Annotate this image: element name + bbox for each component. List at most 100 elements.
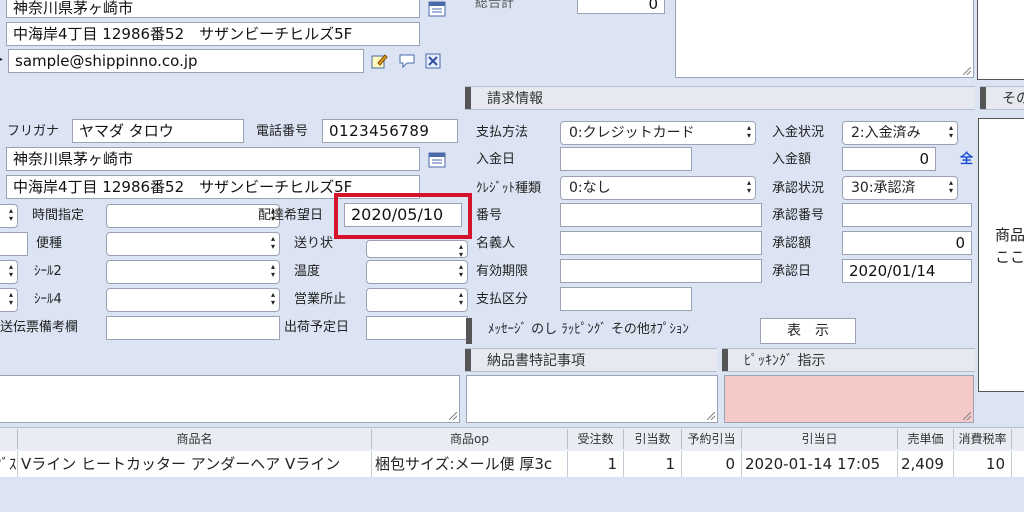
slip-note-field[interactable] [106, 316, 280, 340]
right-side-panel: 商品 ここ [978, 118, 1024, 392]
deposit-status-select[interactable]: 2:入金済み [842, 121, 958, 145]
office-hold-label: 営業所止 [294, 292, 347, 307]
payment-type-label: 支払区分 [476, 292, 529, 307]
approval-date-field[interactable]: 2020/01/14 [842, 259, 972, 283]
cell-reserved[interactable]: 0 [682, 451, 742, 477]
ship-date-label: 出荷予定日 [284, 320, 350, 335]
options-label: ﾒｯｾｰｼﾞ のし ﾗｯﾋﾟﾝｸﾞ その他ｵﾌﾟｼｮﾝ [488, 322, 689, 337]
memo-textarea[interactable] [675, 0, 974, 78]
email-prefix-mark: ▸ [0, 54, 4, 65]
email-field[interactable]: sample@shippinno.co.jp [8, 49, 364, 73]
section-bar-mark [465, 87, 471, 109]
seal4-select[interactable] [106, 288, 280, 312]
deposit-date-label: 入金日 [476, 152, 516, 167]
ship-date-field[interactable] [366, 316, 468, 340]
left-notes-textarea[interactable] [0, 375, 460, 423]
temperature-label: 温度 [294, 264, 321, 279]
options-bar [466, 318, 472, 344]
cell-unit-price[interactable]: 2,409 [898, 451, 954, 477]
col-header-alloc-date: 引当日 [742, 429, 898, 449]
furigana-field[interactable]: ヤマダ タロウ [72, 119, 244, 143]
left-cut-select-2[interactable] [0, 260, 18, 284]
delivery-note-header: 納品書特記事項 [465, 348, 717, 372]
section-bar-mark [980, 87, 986, 109]
right-panel-text-1: 商品 [995, 226, 1024, 244]
section-bar-mark [465, 349, 471, 371]
approval-number-field[interactable] [842, 203, 972, 227]
seal2-select[interactable] [106, 260, 280, 284]
col-header-tax-rate: 消費税率 [954, 429, 1012, 449]
edit-icon[interactable] [370, 52, 388, 70]
table-footer-area [0, 478, 1024, 512]
cell-tax-rate[interactable]: 10 [954, 451, 1012, 477]
chat-icon[interactable] [398, 52, 416, 70]
cell-product-name[interactable]: Vライン ヒートカッター アンダーヘア Vライン [18, 451, 372, 477]
col-header-ordered: 受注数 [568, 429, 624, 449]
approval-status-select[interactable]: 30:承認済 [842, 176, 958, 200]
options-show-button[interactable]: 表 示 [760, 318, 856, 344]
highlight-box [334, 193, 472, 239]
left-cut-select-1[interactable] [0, 204, 18, 228]
col-header-product-option: 商品op [372, 429, 568, 449]
shipping-prefecture-field[interactable]: 神奈川県茅ヶ崎市 [6, 147, 420, 171]
other-title: その [1002, 91, 1024, 107]
furigana-label: フリガナ [7, 124, 60, 139]
shipping-section-bar [0, 86, 462, 110]
right-panel-text-2: ここ [995, 248, 1024, 266]
col-header-product-name: 商品名 [18, 429, 372, 449]
deposit-date-field[interactable] [560, 147, 692, 171]
billing-info-header: 請求情報 [465, 86, 975, 110]
payment-method-select[interactable]: 0:クレジットカード [560, 121, 756, 145]
approval-status-label: 承認状況 [772, 181, 825, 196]
seal2-label: ｼｰﾙ2 [34, 264, 62, 279]
card-number-label: 番号 [476, 208, 503, 223]
payment-method-label: 支払方法 [476, 125, 529, 140]
address-book-icon[interactable] [428, 151, 446, 169]
picking-title: ﾋﾟｯｷﾝｸﾞ 指示 [744, 353, 826, 369]
service-type-select[interactable] [106, 232, 280, 256]
col-header-unit-price: 売単価 [898, 429, 954, 449]
top-prefecture-field[interactable]: 神奈川県茅ヶ崎市 [6, 0, 420, 18]
delivery-note-textarea[interactable] [466, 375, 718, 423]
deposit-amount-field[interactable]: 0 [842, 147, 936, 171]
col-header-allocated: 引当数 [624, 429, 682, 449]
cell-alloc-date[interactable]: 2020-01-14 17:05 [742, 451, 898, 477]
expiry-label: 有効期限 [476, 264, 529, 279]
approval-date-label: 承認日 [772, 264, 812, 279]
approval-number-label: 承認番号 [772, 208, 825, 223]
card-type-select[interactable]: 0:なし [560, 176, 756, 200]
section-bar-mark [722, 349, 728, 371]
top-address-field[interactable]: 中海岸4丁目 12986番52 サザンビーチヒルズ5F [6, 22, 420, 46]
cell-code: ｸﾞｽ [0, 451, 18, 477]
left-cut-field[interactable] [0, 232, 28, 256]
billing-info-title: 請求情報 [487, 91, 543, 107]
invoice-select[interactable] [366, 240, 468, 258]
col-header-reserved: 予約引当 [682, 429, 742, 449]
deposit-amount-label: 入金額 [772, 152, 812, 167]
delivery-note-title: 納品書特記事項 [487, 353, 585, 369]
close-icon[interactable] [425, 53, 443, 71]
cell-ordered[interactable]: 1 [568, 451, 624, 477]
invoice-label: 送り状 [294, 236, 334, 251]
expiry-field[interactable] [560, 259, 762, 283]
card-holder-field[interactable] [560, 231, 762, 255]
payment-type-field[interactable] [560, 287, 692, 311]
total-field: 0 [577, 0, 665, 14]
phone-field[interactable]: 0123456789 [322, 119, 458, 143]
cell-product-option[interactable]: 梱包サイズ:メール便 厚3c [372, 451, 568, 477]
all-link[interactable]: 全 [960, 150, 973, 170]
delivery-date-label: 配達希望日 [258, 208, 324, 223]
approval-amount-field[interactable]: 0 [842, 231, 972, 255]
left-cut-select-3[interactable] [0, 288, 18, 312]
picking-textarea[interactable] [724, 375, 974, 423]
service-type-label: 便種 [36, 236, 63, 251]
card-number-field[interactable] [560, 203, 762, 227]
cell-allocated[interactable]: 1 [624, 451, 682, 477]
seal4-label: ｼｰﾙ4 [34, 292, 62, 307]
address-book-icon[interactable] [428, 0, 446, 18]
card-type-label: ｸﾚｼﾞｯﾄ種類 [476, 181, 542, 196]
slip-note-label: 送伝票備考欄 [0, 320, 79, 335]
office-hold-select[interactable] [366, 288, 468, 312]
temperature-select[interactable] [366, 260, 468, 284]
time-spec-select[interactable] [106, 204, 280, 228]
